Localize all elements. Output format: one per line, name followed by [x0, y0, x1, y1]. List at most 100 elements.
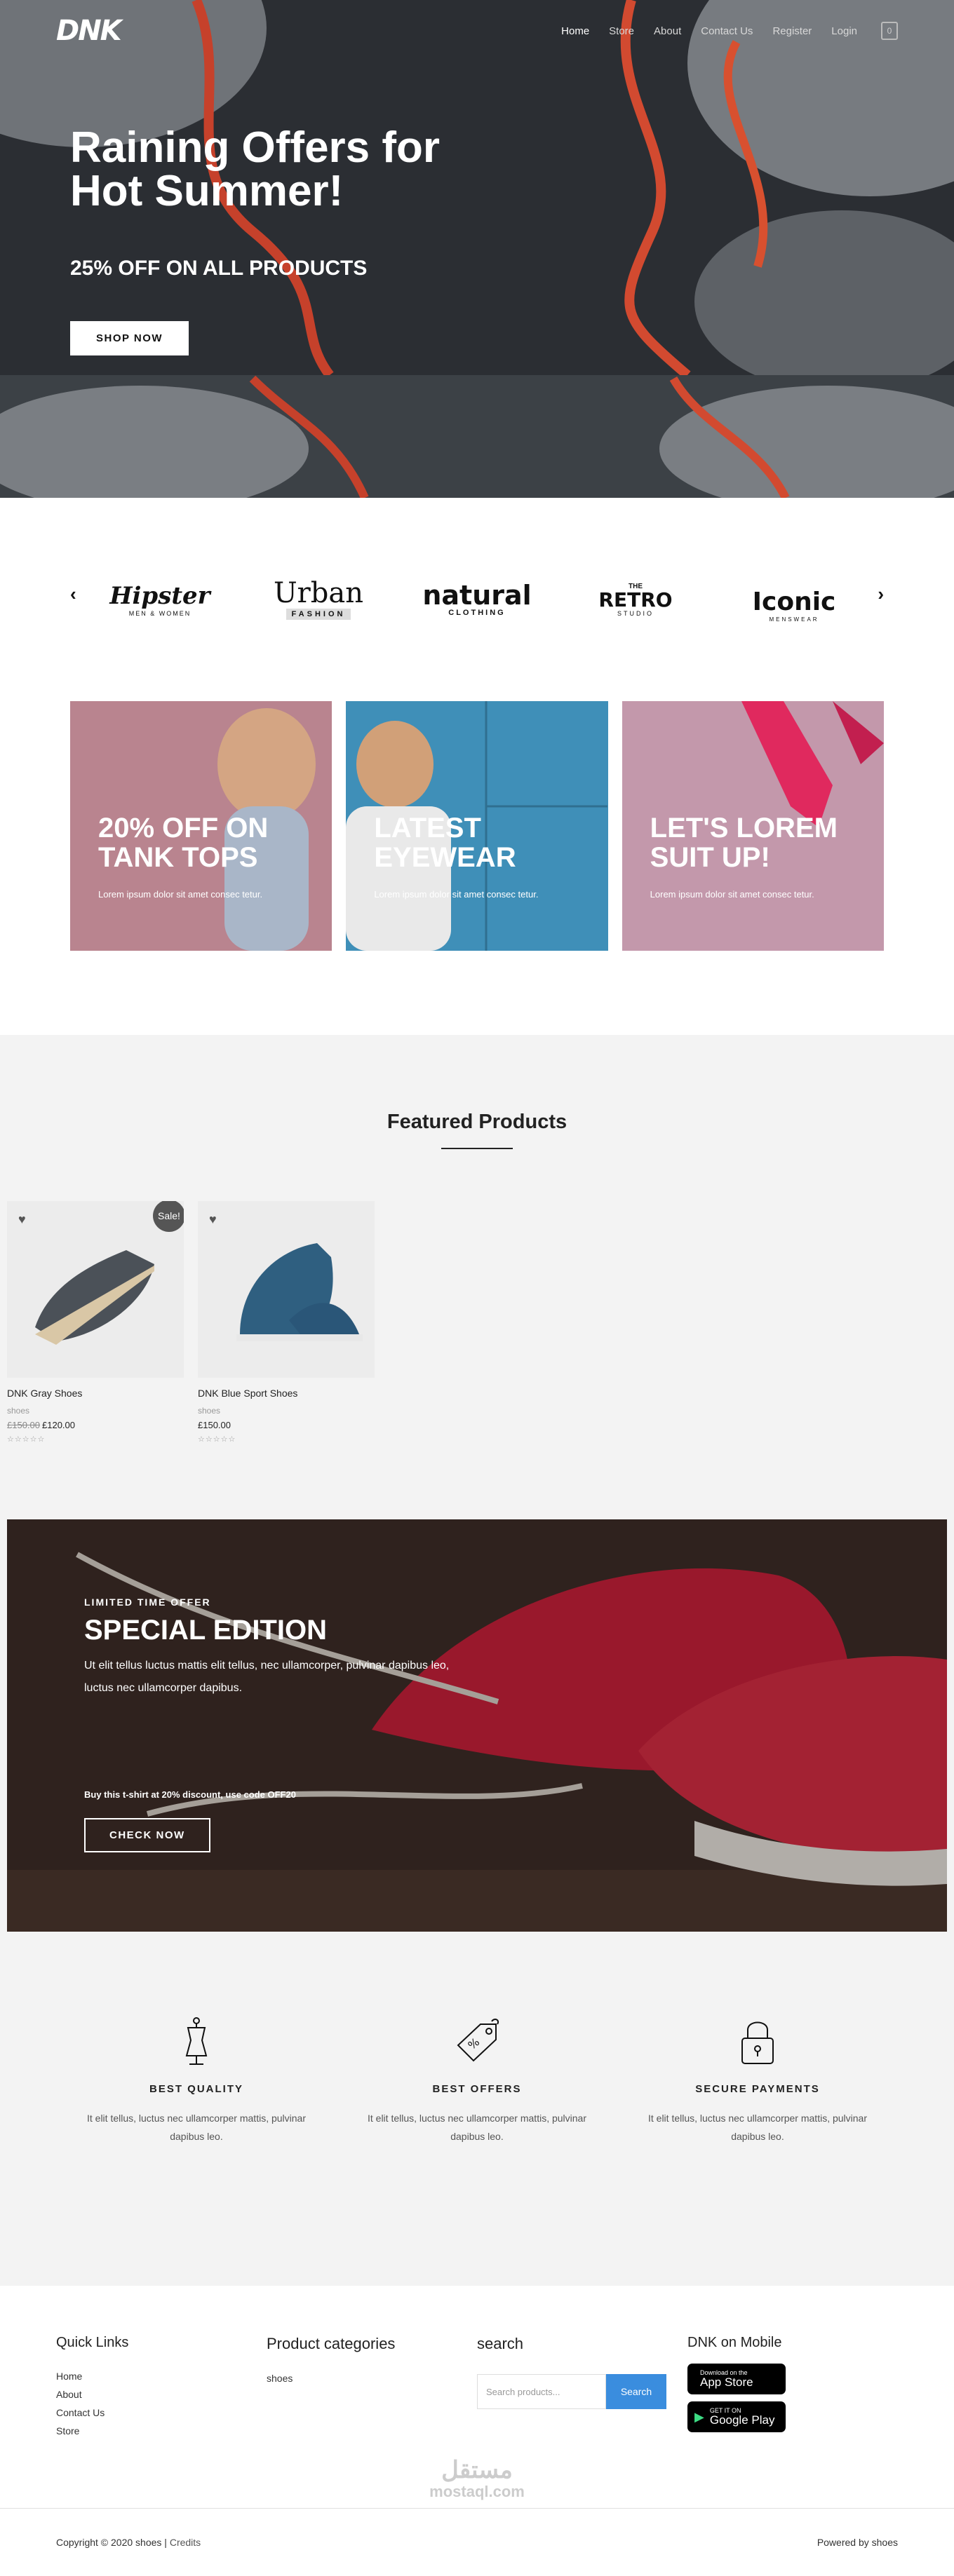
brand-logo-natural[interactable]: natural CLOTHING: [398, 582, 556, 617]
brand-logo-urban[interactable]: Urban FASHION: [239, 579, 398, 620]
brand-logo-hipster[interactable]: Hipster MEN & WOMEN: [81, 582, 239, 617]
footer-mobile: DNK on Mobile Download on the App Store ▶…: [687, 2335, 898, 2443]
carousel-prev-arrow[interactable]: ‹: [70, 583, 76, 605]
current-price: £120.00: [42, 1420, 75, 1430]
watermark: مستقل mostaql.com: [56, 2456, 898, 2500]
section-title: Featured Products: [387, 1111, 567, 1133]
promo-description: Lorem ipsum dolor sit amet consec tetur.: [98, 889, 263, 900]
brand-name: natural: [422, 580, 532, 611]
nav-link-register[interactable]: Register: [772, 25, 812, 37]
footer-link-home[interactable]: Home: [56, 2371, 267, 2382]
rating-stars: ☆☆☆☆☆: [7, 1435, 46, 1444]
brand-name: Iconic: [752, 587, 836, 616]
product-card[interactable]: ♥ Sale! DNK Gray Shoes shoes £150.00 £120…: [7, 1201, 184, 1444]
main-navigation: DNK Home Store About Contact Us Register…: [0, 0, 954, 62]
product-image[interactable]: ♥: [198, 1201, 375, 1378]
promo-suit-up[interactable]: LET'S LOREM SUIT UP! Lorem ipsum dolor s…: [622, 701, 884, 951]
old-price: £150.00: [7, 1420, 40, 1430]
blue-shoe-image: [236, 1243, 363, 1341]
wishlist-heart-icon[interactable]: ♥: [18, 1212, 26, 1227]
search-input[interactable]: Search products...: [477, 2374, 606, 2409]
cart-count: 0: [887, 26, 892, 36]
nav-link-contact[interactable]: Contact Us: [701, 25, 753, 37]
shop-now-button[interactable]: SHOP NOW: [70, 321, 189, 355]
carousel-next-arrow[interactable]: ›: [878, 583, 884, 605]
nav-link-store[interactable]: Store: [609, 25, 634, 37]
feature-offers: % BEST OFFERS It elit tellus, luctus nec…: [358, 2014, 596, 2145]
brand-tagline: FASHION: [285, 609, 351, 620]
special-edition-banner: LIMITED TIME OFFER SPECIAL EDITION Ut el…: [7, 1519, 947, 1932]
brand-logo-iconic[interactable]: Iconic MENSWEAR: [715, 577, 873, 623]
features-row: BEST QUALITY It elit tellus, luctus nec …: [0, 1932, 954, 2230]
hero-section: DNK Home Store About Contact Us Register…: [0, 0, 954, 498]
hero-content: Raining Offers for Hot Summer! 25% OFF O…: [70, 126, 491, 355]
dress-icon: [77, 2014, 316, 2069]
discount-code-text: Buy this t-shirt at 20% discount, use co…: [84, 1789, 296, 1800]
brand-tagline: CLOTHING: [448, 609, 506, 617]
nav-link-home[interactable]: Home: [561, 25, 589, 37]
special-text: Ut elit tellus luctus mattis elit tellus…: [84, 1660, 450, 1694]
product-grid: ♥ Sale! DNK Gray Shoes shoes £150.00 £120…: [0, 1201, 954, 1444]
footer-heading: Product categories: [267, 2335, 396, 2352]
product-card[interactable]: ♥ DNK Blue Sport Shoes shoes £150.00 ☆☆☆…: [198, 1201, 375, 1444]
feature-quality: BEST QUALITY It elit tellus, luctus nec …: [77, 2014, 316, 2145]
special-kicker: LIMITED TIME OFFER: [84, 1597, 211, 1608]
promo-description: Lorem ipsum dolor sit amet consec tetur.: [374, 889, 539, 900]
feature-title: BEST QUALITY: [149, 2083, 243, 2095]
watermark-main: مستقل: [441, 2457, 513, 2483]
copyright-text: Copyright © 2020 shoes |: [56, 2537, 167, 2548]
footer-link-store[interactable]: Store: [56, 2425, 267, 2436]
product-image[interactable]: ♥ Sale!: [7, 1201, 184, 1378]
lock-icon: [638, 2014, 877, 2069]
footer-link-about[interactable]: About: [56, 2389, 267, 2400]
nav-link-about[interactable]: About: [654, 25, 681, 37]
promo-description: Lorem ipsum dolor sit amet consec tetur.: [650, 889, 814, 900]
footer-heading: search: [477, 2335, 524, 2352]
check-now-button[interactable]: CHECK NOW: [84, 1818, 210, 1852]
promo-title: LET'S LOREM SUIT UP!: [650, 813, 838, 873]
brand-name: RETRO: [598, 588, 673, 611]
feature-payments: SECURE PAYMENTS It elit tellus, luctus n…: [638, 2014, 877, 2145]
promo-banners: 20% OFF ON TANK TOPS Lorem ipsum dolor s…: [0, 701, 954, 951]
powered-by-text: Powered by shoes: [817, 2537, 898, 2548]
brand-tagline: MENSWEAR: [769, 616, 819, 623]
featured-products: Featured Products ♥ Sale! DNK Gray Shoes…: [0, 1035, 954, 2286]
wishlist-heart-icon[interactable]: ♥: [209, 1212, 217, 1227]
promo-eyewear[interactable]: LATEST EYEWEAR Lorem ipsum dolor sit ame…: [346, 701, 608, 951]
product-name[interactable]: DNK Blue Sport Shoes: [198, 1388, 375, 1399]
promo-tank-tops[interactable]: 20% OFF ON TANK TOPS Lorem ipsum dolor s…: [70, 701, 332, 951]
cart-icon[interactable]: 0: [881, 22, 898, 40]
product-category[interactable]: shoes: [7, 1406, 184, 1416]
credits-link[interactable]: Credits: [170, 2537, 201, 2548]
product-name[interactable]: DNK Gray Shoes: [7, 1388, 184, 1399]
google-play-icon: ▶: [694, 2409, 704, 2424]
search-button[interactable]: Search: [606, 2374, 666, 2409]
hero-title: Raining Offers for Hot Summer!: [70, 123, 441, 215]
nav-links: Home Store About Contact Us Register Log…: [561, 22, 898, 40]
nav-link-login[interactable]: Login: [831, 25, 857, 37]
brand-logo-retro[interactable]: THE RETRO STUDIO: [556, 583, 715, 617]
brand-tagline: STUDIO: [617, 609, 654, 617]
app-store-badge[interactable]: Download on the App Store: [687, 2364, 786, 2394]
site-logo[interactable]: DNK: [56, 15, 122, 47]
watermark-sub: mostaql.com: [429, 2483, 525, 2500]
feature-description: It elit tellus, luctus nec ullamcorper m…: [86, 2113, 306, 2142]
search-form: Search products... Search: [477, 2374, 687, 2409]
product-price: £150.00: [198, 1420, 375, 1430]
badge-large-text: App Store: [700, 2375, 753, 2389]
current-price: £150.00: [198, 1420, 231, 1430]
special-content: LIMITED TIME OFFER SPECIAL EDITION Ut el…: [84, 1597, 477, 1852]
badge-large-text: Google Play: [709, 2413, 775, 2427]
promo-title: 20% OFF ON TANK TOPS: [98, 813, 269, 873]
sale-badge: Sale!: [153, 1201, 184, 1232]
footer-search: search Search products... Search: [477, 2335, 687, 2443]
category-link-shoes[interactable]: shoes: [267, 2373, 477, 2384]
footer-link-contact[interactable]: Contact Us: [56, 2407, 267, 2418]
google-play-badge[interactable]: ▶ GET IT ON Google Play: [687, 2401, 786, 2432]
product-category[interactable]: shoes: [198, 1406, 375, 1416]
feature-title: SECURE PAYMENTS: [695, 2083, 820, 2095]
footer-categories: Product categories shoes: [267, 2335, 477, 2443]
promo-title: LATEST EYEWEAR: [374, 813, 516, 873]
rating-stars: ☆☆☆☆☆: [198, 1435, 236, 1444]
brand-name: Hipster: [109, 582, 210, 610]
